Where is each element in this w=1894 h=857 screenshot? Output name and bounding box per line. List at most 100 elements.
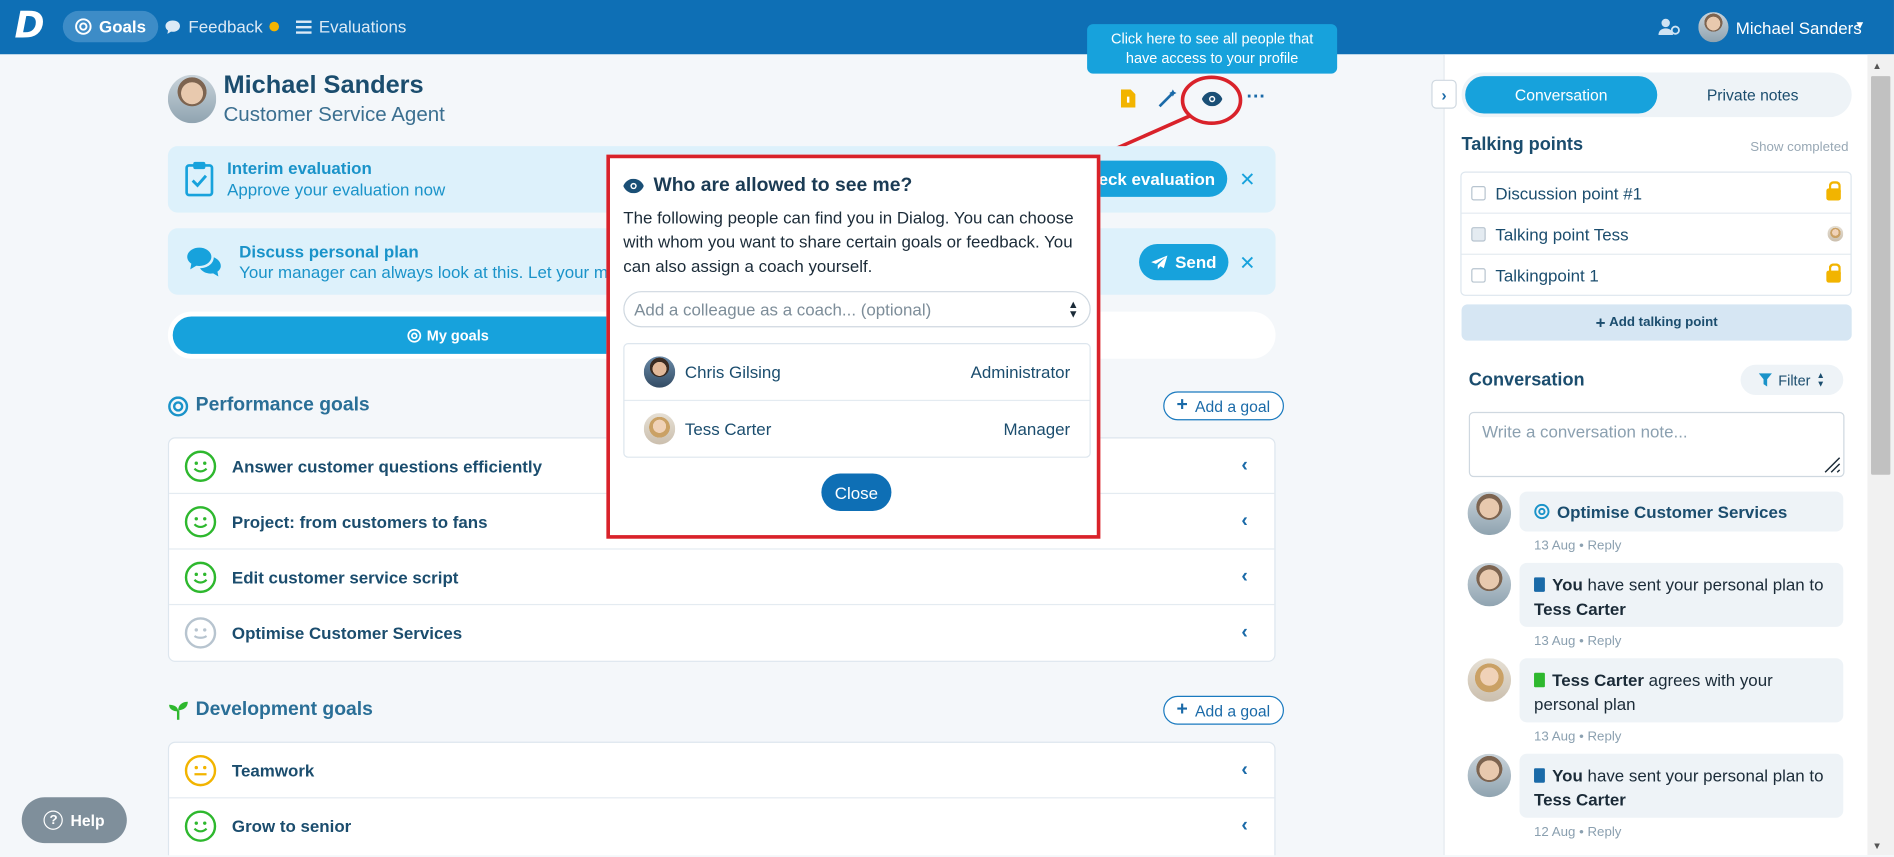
plus-icon: + (1176, 394, 1188, 416)
feed-date: 13 Aug (1534, 634, 1576, 649)
performance-goals-heading: Performance goals (168, 395, 370, 417)
feed-item[interactable]: Tess Carter agrees with your personal pl… (1519, 658, 1844, 723)
talking-point-label: Talkingpoint 1 (1495, 265, 1599, 286)
feed-avatar (1467, 562, 1512, 607)
talking-point-row[interactable]: Talking point Tess (1461, 214, 1851, 255)
plan-subtitle: Your manager can always look at this. Le… (239, 262, 608, 282)
feed-actor: You (1552, 765, 1583, 786)
chevron-left-icon[interactable]: ‹ (1241, 815, 1247, 837)
feed-date: 13 Aug (1534, 538, 1576, 554)
document-check-icon (1534, 672, 1545, 688)
send-button[interactable]: Send (1139, 243, 1229, 281)
modal-title: Who are allowed to see me? (653, 175, 913, 196)
scroll-down-icon[interactable]: ▼ (1872, 841, 1882, 852)
reply-link[interactable]: Reply (1587, 634, 1621, 648)
plus-icon: + (1595, 312, 1606, 333)
feed-avatar (1467, 753, 1512, 798)
talking-point-row[interactable]: Discussion point #1 (1461, 173, 1851, 214)
feed-item-mention[interactable]: Optimise Customer Services (1519, 491, 1844, 532)
goal-label: Grow to senior (231, 816, 352, 836)
check-evaluation-label: heck evaluation (1088, 169, 1216, 189)
person-name: Chris Gilsing (684, 362, 781, 382)
conversation-title: Conversation (1468, 369, 1585, 391)
modal-body: The following people can find you in Dia… (623, 207, 1074, 276)
question-icon: ? (43, 810, 64, 830)
people-list: Chris Gilsing Administrator Tess Carter … (623, 343, 1091, 458)
person-avatar (643, 356, 676, 388)
goal-row[interactable]: Grow to senior ‹ (169, 798, 1274, 854)
scrollbar[interactable]: ▲ ▼ (1867, 54, 1894, 856)
lock-icon (1826, 263, 1841, 283)
visibility-modal: Who are allowed to see me? The following… (606, 154, 1101, 539)
chevron-left-icon[interactable]: ‹ (1241, 566, 1247, 588)
checkbox[interactable] (1471, 268, 1486, 283)
modal-heading: Who are allowed to see me? (623, 175, 912, 197)
reply-link[interactable]: Reply (1587, 539, 1621, 553)
feed-item[interactable]: You have sent your personal plan to Tess… (1519, 562, 1844, 627)
development-goals-title: Development goals (195, 699, 373, 720)
goal-row[interactable]: Edit customer service script ‹ (169, 550, 1275, 606)
sprout-icon (168, 701, 189, 720)
feed-item[interactable]: You have sent your personal plan to Tess… (1519, 753, 1844, 818)
mentioned-goal: Optimise Customer Services (1556, 501, 1788, 522)
add-performance-goal-button[interactable]: + Add a goal (1163, 391, 1284, 421)
goal-label: Answer customer questions efficiently (231, 455, 543, 476)
filter-button[interactable]: Filter ▲ ▼ (1740, 364, 1844, 395)
help-button[interactable]: ? Help (21, 797, 127, 844)
chevron-left-icon[interactable]: ‹ (1241, 759, 1247, 781)
chevron-left-icon[interactable]: ‹ (1241, 622, 1247, 644)
chevron-left-icon[interactable]: ‹ (1241, 455, 1247, 477)
tab-private-notes[interactable]: Private notes (1657, 76, 1848, 113)
owner-avatar (1827, 225, 1844, 242)
close-button[interactable]: Close (821, 473, 892, 511)
feed-avatar (1467, 491, 1512, 536)
feed-text: have sent your personal plan to (1582, 574, 1824, 595)
goal-label: Teamwork (231, 760, 315, 780)
performance-goals-title: Performance goals (195, 394, 370, 416)
close-icon[interactable]: ✕ (1239, 251, 1255, 275)
send-label: Send (1175, 252, 1217, 272)
add-development-goal-button[interactable]: + Add a goal (1163, 695, 1284, 725)
resize-handle-icon[interactable] (1819, 452, 1841, 474)
conversation-note-input[interactable]: Write a conversation note... (1468, 411, 1845, 478)
document-icon (1534, 577, 1545, 592)
close-icon[interactable]: ✕ (1239, 168, 1255, 192)
eye-icon (623, 178, 644, 194)
scrollbar-thumb[interactable] (1871, 76, 1891, 475)
feed-meta: 13 Aug • Reply (1534, 729, 1622, 745)
sort-arrows-icon: ▲ ▼ (1816, 371, 1825, 389)
talking-point-row[interactable]: Talkingpoint 1 (1462, 255, 1851, 296)
plan-title: Discuss personal plan (239, 241, 419, 261)
chevron-left-icon[interactable]: ‹ (1241, 510, 1247, 532)
add-goal-label: Add a goal (1195, 396, 1271, 415)
talking-points-list: Discussion point #1 Talking point Tess T… (1460, 171, 1852, 296)
scroll-up-icon[interactable]: ▲ (1872, 60, 1882, 71)
show-completed-link[interactable]: Show completed (1750, 140, 1848, 154)
coach-select[interactable]: Add a colleague as a coach... (optional)… (623, 291, 1091, 328)
person-row: Tess Carter Manager (624, 401, 1089, 458)
feed-text: have sent your personal plan to (1582, 765, 1824, 786)
clipboard-check-icon (185, 161, 214, 197)
reply-link[interactable]: Reply (1587, 730, 1621, 744)
feed-target: Tess Carter (1534, 599, 1626, 619)
reply-link[interactable]: Reply (1587, 825, 1621, 839)
person-row: Chris Gilsing Administrator (624, 344, 1090, 402)
interim-title: Interim evaluation (227, 158, 372, 178)
tab-conversation[interactable]: Conversation (1465, 76, 1658, 114)
development-goal-list: Teamwork ‹ Grow to senior ‹ (167, 741, 1276, 856)
goal-row[interactable]: Teamwork ‹ (169, 743, 1275, 799)
filter-label: Filter (1778, 371, 1811, 389)
collapse-sidebar-button[interactable]: › (1431, 79, 1457, 109)
checkbox[interactable] (1471, 185, 1486, 200)
person-role: Administrator (970, 362, 1071, 382)
sort-arrows-icon: ▲ ▼ (1067, 298, 1079, 321)
document-icon (1534, 768, 1545, 783)
at-target-icon (1534, 503, 1550, 520)
feed-meta: 13 Aug • Reply (1534, 634, 1622, 649)
happy-face-icon (184, 561, 217, 593)
add-talking-point-button[interactable]: + Add talking point (1461, 304, 1852, 341)
goal-row[interactable]: Optimise Customer Services ‹ (169, 605, 1274, 661)
feed-target: Tess Carter (1534, 789, 1626, 810)
checkbox[interactable] (1471, 226, 1486, 241)
goal-label: Project: from customers to fans (231, 511, 488, 531)
